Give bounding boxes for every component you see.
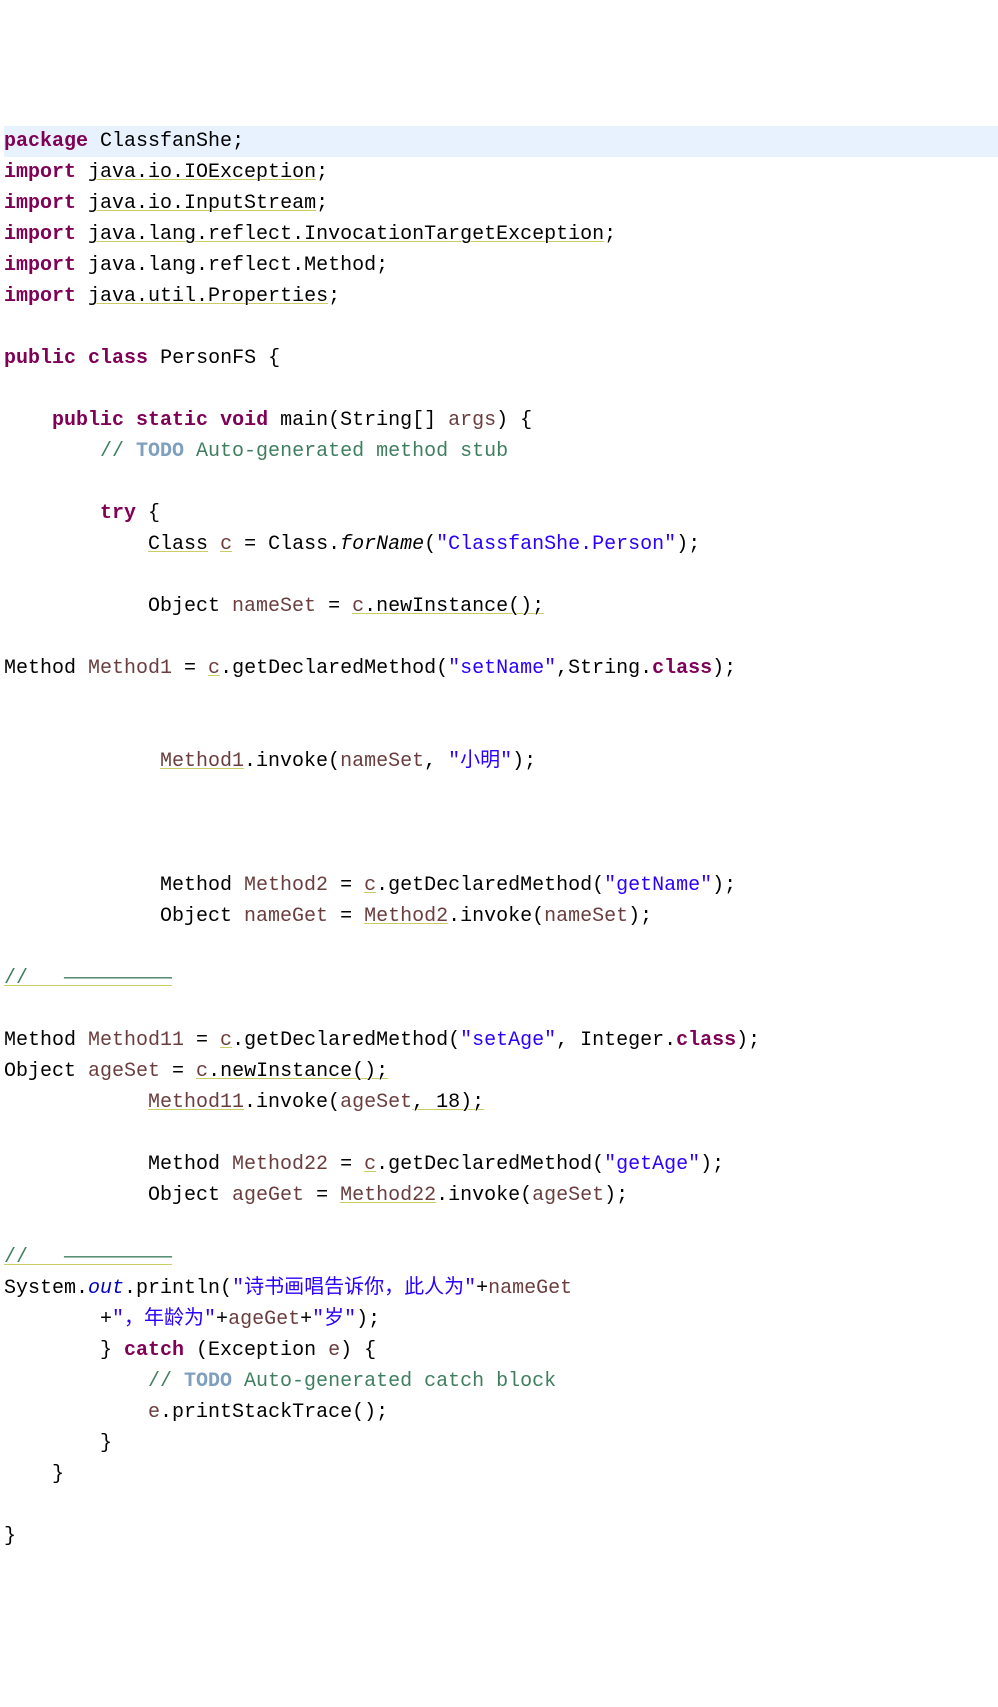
code-line: +"，年龄为"+ageGet+"岁"); xyxy=(4,1308,380,1331)
code-line: // TODO Auto-generated method stub xyxy=(4,440,508,463)
code-line: import java.util.Properties; xyxy=(4,285,340,308)
code-line: Object ageGet = Method22.invoke(ageSet); xyxy=(4,1184,628,1207)
code-line: import java.io.InputStream; xyxy=(4,192,328,215)
code-line: Method Method1 = c.getDeclaredMethod("se… xyxy=(4,657,736,680)
code-line: Object nameGet = Method2.invoke(nameSet)… xyxy=(4,905,652,928)
code-editor: package ClassfanShe; import java.io.IOEx… xyxy=(0,124,998,1552)
code-line: // TODO Auto-generated catch block xyxy=(4,1370,556,1393)
code-line: Object nameSet = c.newInstance(); xyxy=(4,595,544,618)
keyword-package: package xyxy=(4,130,88,153)
code-line: import java.io.IOException; xyxy=(4,161,328,184)
code-line: } xyxy=(4,1525,16,1548)
code-line: // ————————— xyxy=(4,967,172,990)
code-line: // ————————— xyxy=(4,1246,172,1269)
code-line: Method1.invoke(nameSet, "小明"); xyxy=(4,750,536,773)
code-line: public static void main(String[] args) { xyxy=(4,409,532,432)
code-line: package ClassfanShe; xyxy=(4,126,998,157)
code-line: Object ageSet = c.newInstance(); xyxy=(4,1060,388,1083)
code-line: e.printStackTrace(); xyxy=(4,1401,388,1424)
code-line: Method11.invoke(ageSet, 18); xyxy=(4,1091,484,1114)
code-line: Method Method22 = c.getDeclaredMethod("g… xyxy=(4,1153,724,1176)
code-line: Class c = Class.forName("ClassfanShe.Per… xyxy=(4,533,700,556)
code-line: public class PersonFS { xyxy=(4,347,280,370)
code-line: Method Method2 = c.getDeclaredMethod("ge… xyxy=(4,874,736,897)
code-line: } catch (Exception e) { xyxy=(4,1339,376,1362)
code-line: import java.lang.reflect.InvocationTarge… xyxy=(4,223,616,246)
code-line: System.out.println("诗书画唱告诉你，此人为"+nameGet xyxy=(4,1277,572,1300)
code-line: import java.lang.reflect.Method; xyxy=(4,254,388,277)
code-line: } xyxy=(4,1432,112,1455)
code-line: } xyxy=(4,1463,64,1486)
code-line: Method Method11 = c.getDeclaredMethod("s… xyxy=(4,1029,760,1052)
code-line: try { xyxy=(4,502,160,525)
